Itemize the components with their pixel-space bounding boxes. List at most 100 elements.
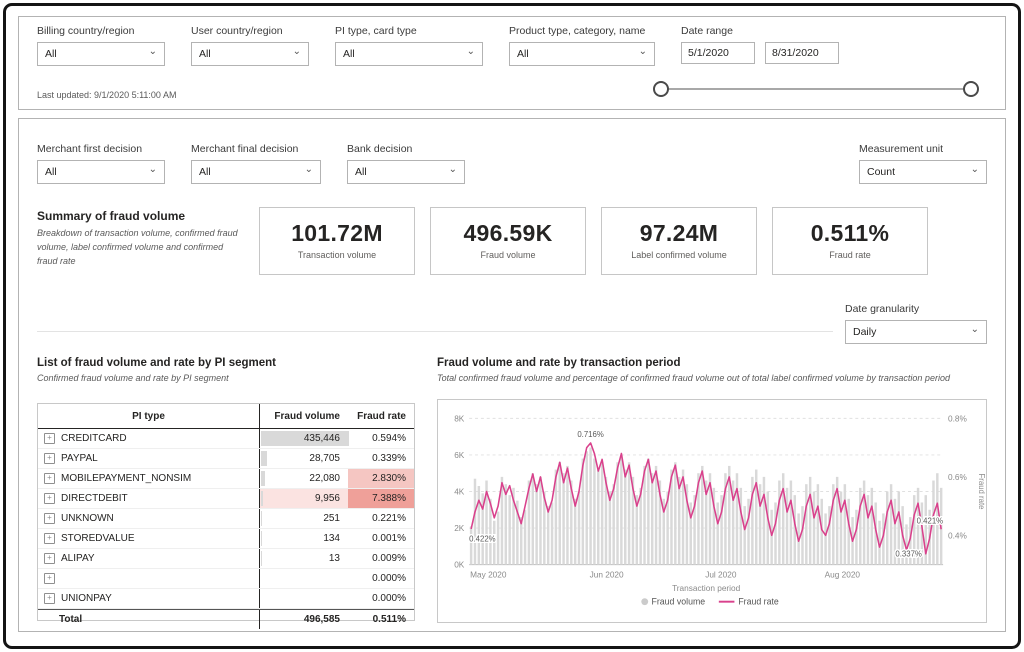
fraud-volume-cell: 496,585	[260, 610, 348, 629]
legend-fraud-volume[interactable]: Fraud volume	[641, 597, 705, 607]
expand-icon[interactable]: +	[44, 433, 55, 444]
table-row[interactable]: +DIRECTDEBIT9,9567.388%	[38, 489, 414, 509]
filter-user-country: User country/region All ⌄	[191, 25, 309, 66]
expand-icon[interactable]: +	[44, 493, 55, 504]
pi-type-label: PAYPAL	[61, 453, 98, 464]
table-row[interactable]: +UNIONPAY0.000%	[38, 589, 414, 609]
fraud-volume-cell: 13	[260, 549, 348, 568]
fraud-trend-chart[interactable]: 0K2K4K6K8K0.4%0.6%0.8%May 2020Jun 2020Ju…	[437, 399, 987, 623]
kpi-fraud-rate: 0.511% Fraud rate	[772, 207, 928, 275]
svg-text:Fraud rate: Fraud rate	[738, 597, 779, 607]
pi-type-cell: + MOBILEPAYMENT_NONSIM	[38, 469, 260, 488]
billing-country-value: All	[45, 48, 57, 60]
legend-circle-marker	[641, 598, 648, 605]
kpi-value: 101.72M	[260, 220, 414, 247]
merchant-first-decision-dropdown[interactable]: All ⌄	[37, 160, 165, 184]
kpi-fraud-volume: 496.59K Fraud volume	[430, 207, 586, 275]
measurement-unit-dropdown[interactable]: Count ⌄	[859, 160, 987, 184]
date-range-end-input[interactable]: 8/31/2020	[765, 42, 839, 64]
merchant-first-decision-value: All	[45, 166, 57, 178]
chevron-down-icon: ⌄	[305, 165, 313, 175]
merchant-final-decision-dropdown[interactable]: All ⌄	[191, 160, 321, 184]
slider-handle-right[interactable]	[963, 81, 979, 97]
pi-segment-table[interactable]: PI type Fraud volume Fraud rate +CREDITC…	[37, 403, 415, 621]
fraud-combo-chart-svg[interactable]: 0K2K4K6K8K0.4%0.6%0.8%May 2020Jun 2020Ju…	[438, 400, 986, 622]
bank-decision-dropdown[interactable]: All ⌄	[347, 160, 465, 184]
measurement-unit-value: Count	[867, 166, 895, 178]
filter-label-merchant-first: Merchant first decision	[37, 143, 165, 155]
table-row[interactable]: +ALIPAY130.009%	[38, 549, 414, 569]
chevron-down-icon: ⌄	[149, 47, 157, 57]
table-title: List of fraud volume and rate by PI segm…	[37, 357, 417, 369]
pi-type-cell: + PAYPAL	[38, 449, 260, 468]
svg-text:May 2020: May 2020	[470, 570, 507, 579]
fraud-volume-value: 22,080	[309, 473, 340, 484]
fraud-volume-cell	[260, 569, 348, 588]
filter-date-granularity: Date granularity Daily ⌄	[845, 303, 987, 344]
filter-bank-decision: Bank decision All ⌄	[347, 143, 465, 184]
volume-data-bar	[261, 491, 263, 506]
decision-filter-row: Merchant first decision All ⌄ Merchant f…	[37, 143, 465, 184]
expand-icon[interactable]: +	[44, 553, 55, 564]
fraud-volume-value: 496,585	[304, 614, 340, 625]
table-section-header: List of fraud volume and rate by PI segm…	[37, 357, 417, 385]
pi-type-label: MOBILEPAYMENT_NONSIM	[61, 473, 191, 484]
svg-text:0.716%: 0.716%	[577, 430, 604, 439]
fraud-rate-cell: 0.339%	[348, 449, 414, 468]
pi-type-cell: +UNIONPAY	[38, 589, 260, 608]
fraud-volume-cell: 134	[260, 529, 348, 548]
user-country-value: All	[199, 48, 211, 60]
chevron-down-icon: ⌄	[639, 47, 647, 57]
expand-icon[interactable]: +	[44, 533, 55, 544]
table-row[interactable]: +UNKNOWN2510.221%	[38, 509, 414, 529]
chevron-down-icon: ⌄	[971, 325, 979, 335]
product-type-dropdown[interactable]: All ⌄	[509, 42, 655, 66]
fraud-rate-cell: 2.830%	[348, 469, 414, 488]
fraud-volume-value: 251	[323, 513, 340, 524]
fraud-volume-value: 9,956	[315, 493, 340, 504]
svg-text:Fraud volume: Fraud volume	[652, 597, 706, 607]
date-range-start-input[interactable]: 5/1/2020	[681, 42, 755, 64]
slider-track[interactable]	[661, 88, 971, 90]
billing-country-dropdown[interactable]: All ⌄	[37, 42, 165, 66]
pi-type-label: DIRECTDEBIT	[61, 493, 128, 504]
chevron-down-icon: ⌄	[449, 165, 457, 175]
volume-data-bar	[261, 511, 262, 526]
table-row[interactable]: +PAYPAL28,7050.339%	[38, 449, 414, 469]
fraud-volume-value: 435,446	[304, 433, 340, 444]
column-header-pi-type[interactable]: PI type	[38, 404, 260, 428]
fraud-rate-cell: 0.511%	[348, 610, 414, 629]
table-row[interactable]: +STOREDVALUE1340.001%	[38, 529, 414, 549]
top-filter-row: Billing country/region All ⌄ User countr…	[37, 25, 839, 66]
fraud-rate-cell: 0.594%	[348, 429, 414, 448]
date-range-slider[interactable]	[653, 80, 979, 98]
table-header-row: PI type Fraud volume Fraud rate	[38, 404, 414, 429]
kpi-label-confirmed-volume: 97.24M Label confirmed volume	[601, 207, 757, 275]
column-header-fraud-volume[interactable]: Fraud volume	[260, 404, 348, 428]
pi-type-dropdown[interactable]: All ⌄	[335, 42, 483, 66]
legend-fraud-rate[interactable]: Fraud rate	[719, 597, 779, 607]
date-granularity-dropdown[interactable]: Daily ⌄	[845, 320, 987, 344]
expand-icon[interactable]: +	[44, 573, 55, 584]
expand-icon[interactable]: +	[44, 513, 55, 524]
bank-decision-value: All	[355, 166, 367, 178]
filter-label-user-country: User country/region	[191, 25, 309, 37]
expand-icon[interactable]: +	[44, 593, 55, 604]
user-country-dropdown[interactable]: All ⌄	[191, 42, 309, 66]
svg-text:0K: 0K	[454, 561, 465, 570]
column-header-fraud-rate[interactable]: Fraud rate	[348, 404, 414, 428]
slider-handle-left[interactable]	[653, 81, 669, 97]
summary-section-header: Summary of fraud volume Breakdown of tra…	[37, 209, 245, 269]
summary-subtitle: Breakdown of transaction volume, confirm…	[37, 227, 245, 269]
summary-title: Summary of fraud volume	[37, 209, 245, 223]
fraud-rate-cell: 0.009%	[348, 549, 414, 568]
table-row[interactable]: +0.000%	[38, 569, 414, 589]
table-row[interactable]: + MOBILEPAYMENT_NONSIM 22,080 2.830%	[38, 469, 414, 489]
filter-label-date-granularity: Date granularity	[845, 303, 987, 315]
filter-label-pi-type: PI type, card type	[335, 25, 483, 37]
expand-icon[interactable]: +	[44, 473, 55, 484]
fraud-volume-cell	[260, 589, 348, 608]
expand-icon[interactable]: +	[44, 453, 55, 464]
main-report-panel: Merchant first decision All ⌄ Merchant f…	[18, 118, 1006, 632]
table-row[interactable]: +CREDITCARD435,4460.594%	[38, 429, 414, 449]
